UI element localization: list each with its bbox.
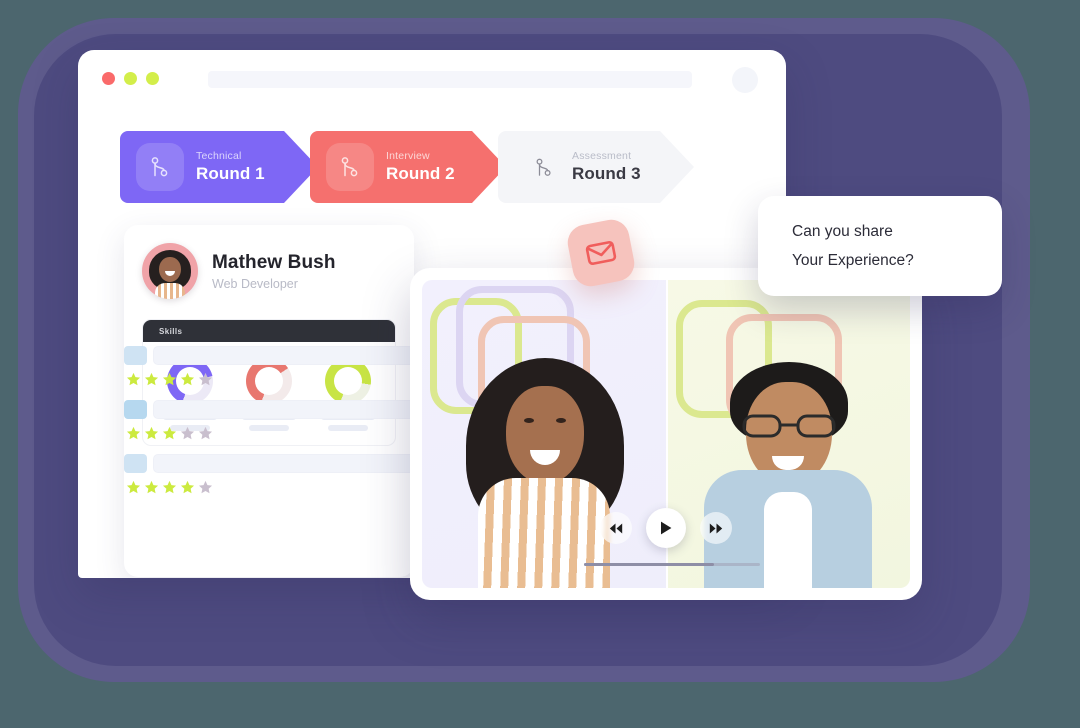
star-icon[interactable] <box>198 480 213 495</box>
account-avatar[interactable] <box>732 67 758 93</box>
skeleton-line <box>153 400 424 419</box>
git-branch-icon <box>526 143 562 191</box>
rewind-button[interactable] <box>600 512 632 544</box>
skills-panel-header: Skills <box>143 320 395 342</box>
profile-header: Mathew Bush Web Developer <box>142 243 396 299</box>
star-icon[interactable] <box>198 372 213 387</box>
bubble-line-2: Your Experience? <box>792 251 914 269</box>
star-icon[interactable] <box>180 480 195 495</box>
round-title: Round 2 <box>386 164 455 183</box>
rounds-progress-bar: Technical Round 1 Interview Round 2 Asse… <box>120 131 686 203</box>
video-call-card <box>410 268 922 600</box>
round-subtitle: Interview <box>386 150 430 162</box>
skills-panel-title: Skills <box>159 326 183 336</box>
star-icon[interactable] <box>198 426 213 441</box>
woman-avatar <box>444 352 644 588</box>
play-icon <box>661 521 672 535</box>
star-icon[interactable] <box>126 426 141 441</box>
star-icon[interactable] <box>180 372 195 387</box>
round-step-3[interactable]: Assessment Round 3 <box>498 131 694 203</box>
minimize-dot-icon[interactable] <box>124 72 137 85</box>
star-icon[interactable] <box>162 426 177 441</box>
row-thumbnail <box>124 346 147 365</box>
close-dot-icon[interactable] <box>102 72 115 85</box>
star-rating[interactable] <box>124 426 424 441</box>
git-branch-icon <box>136 143 184 191</box>
star-icon[interactable] <box>126 480 141 495</box>
rewind-icon <box>609 523 623 533</box>
git-branch-icon <box>326 143 374 191</box>
bubble-line-1: Can you share <box>792 223 893 240</box>
envelope-icon <box>585 240 617 266</box>
window-controls <box>102 72 159 85</box>
play-button[interactable] <box>646 508 686 548</box>
round-subtitle: Assessment <box>572 150 632 162</box>
page-title: Mathew Bush <box>212 251 336 273</box>
row-thumbnail <box>124 400 147 419</box>
maximize-dot-icon[interactable] <box>146 72 159 85</box>
list-item[interactable] <box>124 454 424 495</box>
review-list <box>124 346 424 508</box>
star-icon[interactable] <box>144 426 159 441</box>
glasses-icon <box>742 414 836 438</box>
star-rating[interactable] <box>124 372 424 387</box>
round-subtitle: Technical <box>196 150 242 162</box>
video-progress-fill <box>584 563 715 566</box>
video-controls <box>422 508 910 548</box>
round-title: Round 1 <box>196 164 265 183</box>
question-bubble: Can you share Your Experience? <box>758 196 1002 296</box>
star-icon[interactable] <box>180 426 195 441</box>
address-bar[interactable] <box>208 71 692 88</box>
star-icon[interactable] <box>162 372 177 387</box>
star-icon[interactable] <box>144 480 159 495</box>
video-grid <box>422 280 910 588</box>
row-thumbnail <box>124 454 147 473</box>
list-item[interactable] <box>124 400 424 441</box>
round-step-1[interactable]: Technical Round 1 <box>120 131 318 203</box>
avatar <box>142 243 198 299</box>
video-progress-bar[interactable] <box>584 563 760 566</box>
star-icon[interactable] <box>162 480 177 495</box>
fast-forward-button[interactable] <box>700 512 732 544</box>
man-avatar <box>688 356 888 588</box>
fast-forward-icon <box>709 523 723 533</box>
round-title: Round 3 <box>572 164 641 183</box>
star-icon[interactable] <box>126 372 141 387</box>
round-step-2[interactable]: Interview Round 2 <box>310 131 506 203</box>
star-icon[interactable] <box>144 372 159 387</box>
list-item[interactable] <box>124 346 424 387</box>
profile-role: Web Developer <box>212 276 298 291</box>
skeleton-line <box>153 346 424 365</box>
star-rating[interactable] <box>124 480 424 495</box>
browser-titlebar <box>78 50 786 106</box>
skeleton-line <box>153 454 424 473</box>
